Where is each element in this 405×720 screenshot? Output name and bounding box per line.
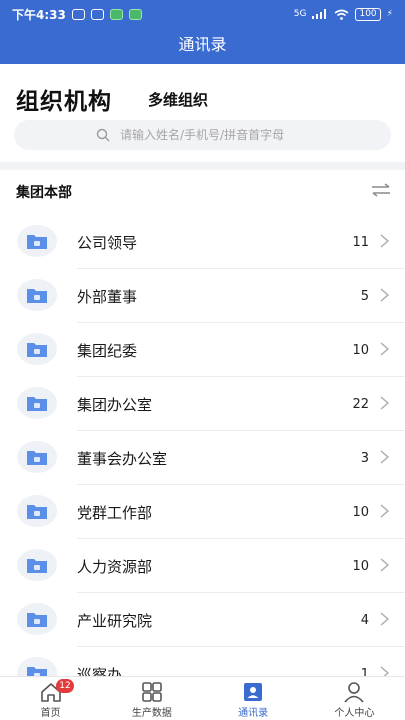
tab-home[interactable]: 12 首页: [0, 677, 101, 720]
department-name: 人力资源部: [77, 558, 153, 576]
app-icon: [128, 8, 142, 20]
chevron-right-icon: [380, 342, 389, 356]
department-name: 巡察办: [77, 666, 123, 676]
tab-production-data[interactable]: 生产数据: [101, 677, 202, 720]
department-name: 集团办公室: [77, 396, 153, 414]
list-item[interactable]: 公司领导 11: [0, 215, 405, 269]
department-list-card: 集团本部 公司领导 11 外部董事 5 集团纪委 10 集团办公室 22 董事会…: [0, 170, 405, 676]
page-title: 通讯录: [178, 35, 227, 54]
contacts-icon: [244, 683, 263, 701]
wifi-icon: [334, 9, 349, 20]
department-list: 公司领导 11 外部董事 5 集团纪委 10 集团办公室 22 董事会办公室 3…: [0, 215, 405, 676]
folder-icon: [27, 666, 47, 676]
header-card: 组织机构 多维组织: [0, 64, 405, 162]
member-count: 3: [360, 451, 369, 466]
notification-badge: 12: [56, 679, 74, 693]
department-name: 党群工作部: [77, 504, 153, 522]
status-right: 5G 100 ⚡: [293, 7, 393, 21]
bottom-tab-bar: 12 首页 生产数据 通讯录 个人中心: [0, 676, 405, 720]
member-count: 5: [360, 289, 369, 304]
department-name: 外部董事: [77, 288, 138, 306]
status-bar: 下午4:33 5G 100 ⚡: [0, 0, 405, 28]
search-bar[interactable]: [14, 120, 391, 150]
folder-avatar: [17, 441, 57, 473]
nav-bar: 通讯录: [0, 28, 405, 64]
signal-icon: [312, 9, 327, 19]
search-input[interactable]: [120, 128, 350, 142]
tab-label: 生产数据: [131, 708, 172, 719]
list-item[interactable]: 外部董事 5: [0, 269, 405, 323]
list-item[interactable]: 董事会办公室 3: [0, 431, 405, 485]
section-header: 集团本部: [0, 170, 405, 210]
network-label: 5G: [293, 9, 307, 19]
folder-avatar: [17, 387, 57, 419]
charging-icon: ⚡: [386, 9, 393, 19]
department-name: 产业研究院: [77, 612, 153, 630]
folder-icon: [27, 342, 47, 357]
folder-avatar: [17, 225, 57, 257]
chevron-right-icon: [380, 288, 389, 302]
tab-profile[interactable]: 个人中心: [304, 677, 405, 720]
list-item[interactable]: 产业研究院 4: [0, 593, 405, 647]
app-icon: [109, 8, 123, 20]
member-count: 22: [352, 397, 369, 412]
folder-icon: [27, 558, 47, 573]
section-title: 集团本部: [16, 185, 72, 201]
list-item[interactable]: 集团纪委 10: [0, 323, 405, 377]
folder-icon: [27, 396, 47, 411]
list-item[interactable]: 人力资源部 10: [0, 539, 405, 593]
member-count: 10: [352, 343, 369, 358]
department-name: 董事会办公室: [77, 450, 168, 468]
notification-icon: [71, 8, 85, 20]
message-icon: [90, 8, 104, 20]
chevron-right-icon: [380, 558, 389, 572]
battery-level: 100: [355, 7, 381, 21]
status-icons: [71, 8, 142, 20]
list-item[interactable]: 集团办公室 22: [0, 377, 405, 431]
folder-icon: [27, 234, 47, 249]
chevron-right-icon: [380, 234, 389, 248]
folder-avatar: [17, 549, 57, 581]
folder-icon: [27, 450, 47, 465]
tab-organization[interactable]: 组织机构: [16, 82, 112, 116]
folder-icon: [27, 288, 47, 303]
status-time: 下午4:33: [12, 7, 66, 22]
tab-multi-organization[interactable]: 多维组织: [148, 89, 208, 110]
folder-avatar: [17, 657, 57, 676]
tab-contacts[interactable]: 通讯录: [203, 677, 304, 720]
tab-label: 个人中心: [334, 708, 375, 719]
tab-label: 通讯录: [238, 708, 269, 719]
folder-avatar: [17, 603, 57, 635]
tab-label: 首页: [40, 708, 61, 719]
grid-icon: [142, 682, 162, 702]
folder-icon: [27, 612, 47, 627]
member-count: 11: [352, 235, 369, 250]
department-name: 集团纪委: [77, 342, 138, 360]
member-count: 10: [352, 559, 369, 574]
chevron-right-icon: [380, 612, 389, 626]
folder-avatar: [17, 333, 57, 365]
member-count: 1: [360, 667, 369, 676]
folder-avatar: [17, 279, 57, 311]
search-icon: [96, 128, 110, 142]
member-count: 4: [360, 613, 369, 628]
department-name: 公司领导: [77, 234, 138, 252]
person-icon: [344, 682, 364, 703]
chevron-right-icon: [380, 450, 389, 464]
list-item[interactable]: 党群工作部 10: [0, 485, 405, 539]
list-item[interactable]: 巡察办 1: [0, 647, 405, 676]
member-count: 10: [352, 505, 369, 520]
chevron-right-icon: [380, 396, 389, 410]
folder-icon: [27, 504, 47, 519]
folder-avatar: [17, 495, 57, 527]
chevron-right-icon: [380, 666, 389, 676]
switch-icon[interactable]: [371, 183, 391, 197]
chevron-right-icon: [380, 504, 389, 518]
